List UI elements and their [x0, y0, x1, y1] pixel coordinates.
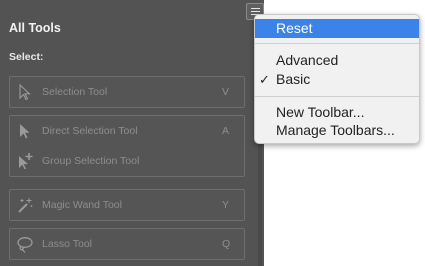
tool-shortcut: Y: [222, 199, 230, 211]
menu-item-reset[interactable]: Reset: [255, 19, 419, 38]
tool-group-selection: Selection Tool V: [9, 76, 245, 108]
menu-item-label: Reset: [276, 20, 313, 36]
tool-group-magic-wand: Magic Wand Tool Y: [9, 189, 245, 221]
tool-shortcut: A: [222, 125, 230, 137]
magic-wand-icon: [18, 198, 33, 213]
menu-item-label: Manage Toolbars...: [276, 122, 395, 138]
tool-name: Group Selection Tool: [42, 155, 140, 167]
direct-selection-arrow-icon: [20, 124, 30, 139]
tool-group-direct-selection: Direct Selection Tool A Group Selection …: [9, 115, 245, 177]
menu-item-label: New Toolbar...: [276, 104, 365, 120]
all-tools-panel: All Tools Select: Selection Tool V Direc…: [0, 0, 264, 266]
tool-item-direct-selection[interactable]: Direct Selection Tool A: [10, 116, 244, 146]
menu-item-label: Basic: [276, 71, 311, 87]
tool-name: Lasso Tool: [42, 238, 93, 250]
group-selection-icon: [19, 153, 33, 170]
panel-title: All Tools: [9, 21, 61, 35]
menu-item-new-toolbar[interactable]: New Toolbar...: [255, 103, 419, 122]
tool-name: Magic Wand Tool: [42, 199, 122, 211]
menu-item-manage-toolbars[interactable]: Manage Toolbars...: [255, 121, 419, 140]
menu-item-label: Advanced: [276, 52, 339, 68]
menu-item-advanced[interactable]: Advanced: [255, 51, 419, 70]
hamburger-line: [251, 11, 260, 12]
selection-arrow-icon: [19, 83, 31, 101]
select-category-label: Select:: [9, 51, 44, 63]
tool-item-lasso[interactable]: Lasso Tool Q: [10, 229, 244, 259]
tool-item-selection[interactable]: Selection Tool V: [10, 77, 244, 107]
tool-name: Selection Tool: [42, 86, 108, 98]
checkmark-icon: ✓: [259, 72, 270, 87]
tool-item-magic-wand[interactable]: Magic Wand Tool Y: [10, 190, 244, 220]
menu-item-basic[interactable]: ✓ Basic: [255, 70, 419, 89]
tool-shortcut: V: [222, 86, 230, 98]
toolbar-options-menu: Reset Advanced ✓ Basic New Toolbar... Ma…: [254, 14, 420, 144]
tool-shortcut: Q: [222, 238, 231, 250]
tool-group-lasso: Lasso Tool Q: [9, 228, 245, 260]
tool-item-group-selection[interactable]: Group Selection Tool: [10, 146, 244, 176]
hamburger-icon: [251, 8, 260, 9]
lasso-icon: [17, 237, 33, 253]
tool-name: Direct Selection Tool: [42, 125, 138, 137]
menu-separator: [255, 43, 419, 44]
menu-separator: [255, 96, 419, 97]
